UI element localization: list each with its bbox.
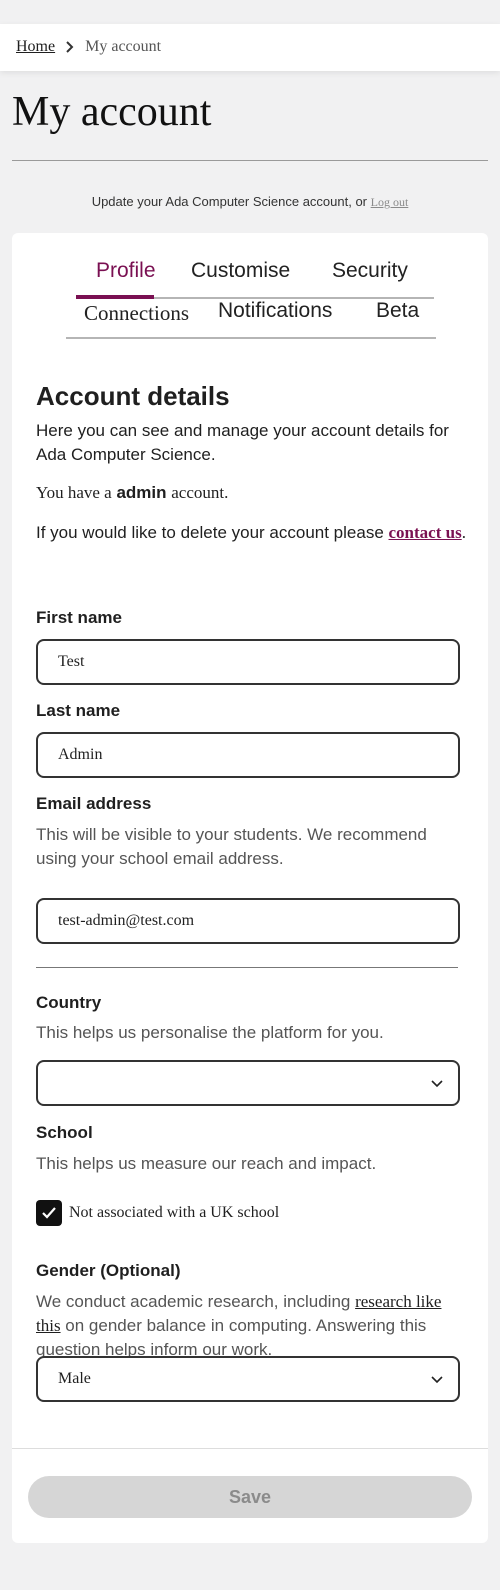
contact-us-link[interactable]: contact us — [389, 523, 462, 542]
checkmark-icon — [42, 1207, 56, 1219]
chevron-down-icon — [431, 1080, 443, 1088]
tab-notifications[interactable]: Notifications — [218, 299, 332, 323]
title-divider — [12, 160, 488, 161]
country-label: Country — [36, 993, 102, 1012]
tab-bar-row-1: Profile Customise Security — [76, 259, 434, 299]
delete-end: . — [461, 523, 466, 542]
subtitle-text: Update your Ada Computer Science account… — [91, 194, 368, 209]
breadcrumb-home-link[interactable]: Home — [16, 38, 55, 56]
page-subtitle: Update your Ada Computer Science account… — [0, 194, 500, 210]
tab-beta[interactable]: Beta — [376, 299, 419, 323]
gender-help-suffix: on gender balance in computing. Answerin… — [36, 1316, 427, 1359]
account-card: Profile Customise Security Connections N… — [12, 233, 488, 1543]
tab-customise[interactable]: Customise — [191, 259, 290, 283]
gender-help-prefix: We conduct academic research, including — [36, 1292, 351, 1311]
school-help: This helps us measure our reach and impa… — [36, 1154, 377, 1173]
chevron-down-icon — [431, 1376, 443, 1384]
email-help: This will be visible to your students. W… — [36, 825, 427, 868]
tab-profile[interactable]: Profile — [96, 259, 156, 283]
country-help: This helps us personalise the platform f… — [36, 1023, 384, 1042]
footer-divider — [12, 1448, 488, 1449]
gender-select[interactable]: Male — [36, 1356, 460, 1402]
top-bar: Home My account — [0, 24, 500, 71]
form-divider — [36, 967, 458, 968]
account-details-intro: Here you can see and manage your account… — [36, 421, 449, 464]
breadcrumb: Home My account — [16, 38, 161, 56]
page-title: My account — [12, 89, 212, 135]
gender-help: We conduct academic research, including … — [36, 1290, 466, 1362]
tab-connections[interactable]: Connections — [84, 301, 189, 326]
tab-security[interactable]: Security — [332, 259, 408, 283]
delete-account-note: If you would like to delete your account… — [36, 521, 466, 545]
no-uk-school-label[interactable]: Not associated with a UK school — [69, 1204, 279, 1222]
chevron-right-icon — [66, 41, 74, 53]
email-input[interactable]: test-admin@test.com — [36, 898, 460, 944]
first-name-input[interactable]: Test — [36, 639, 460, 685]
save-button[interactable]: Save — [28, 1476, 472, 1518]
breadcrumb-current: My account — [85, 38, 162, 55]
email-label: Email address — [36, 794, 152, 813]
delete-text: If you would like to delete your account… — [36, 523, 384, 542]
role-suffix: account. — [171, 483, 229, 502]
gender-select-value: Male — [58, 1370, 91, 1387]
account-details-heading: Account details — [36, 381, 230, 411]
last-name-input[interactable]: Admin — [36, 732, 460, 778]
role-statement: You have a admin account. — [36, 481, 466, 505]
country-select[interactable] — [36, 1060, 460, 1106]
first-name-label: First name — [36, 608, 122, 627]
role-value: admin — [116, 483, 167, 502]
last-name-label: Last name — [36, 701, 121, 720]
no-uk-school-checkbox[interactable] — [36, 1200, 62, 1226]
tab-bar-row-2: Connections Notifications Beta — [66, 299, 436, 339]
school-label: School — [36, 1123, 93, 1142]
role-prefix: You have a — [36, 483, 112, 502]
gender-label: Gender (Optional) — [36, 1261, 181, 1280]
logout-link[interactable]: Log out — [371, 195, 409, 209]
